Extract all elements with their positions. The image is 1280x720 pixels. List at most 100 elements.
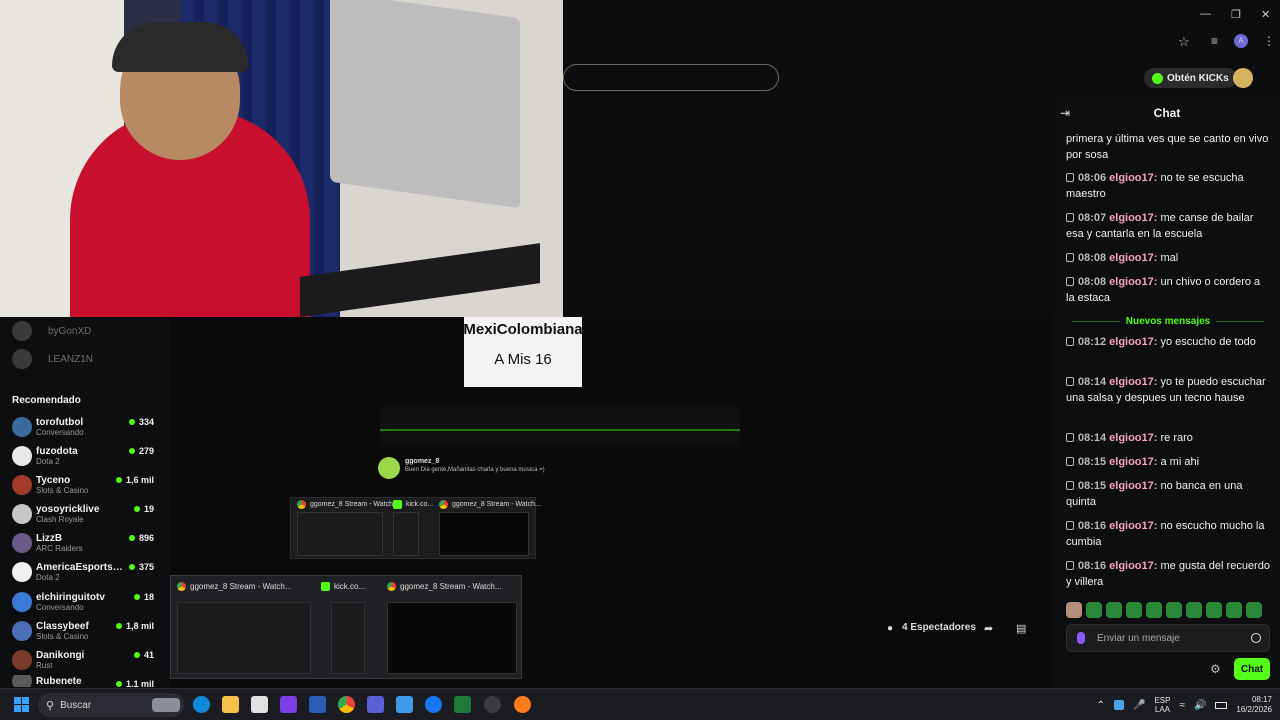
taskbar-clock[interactable]: 08:17 16/2/2026 (1236, 695, 1272, 715)
sidebar-channel[interactable]: fuzodota Dota 2 279 (12, 442, 162, 470)
message-time: 08:16 (1078, 520, 1107, 532)
chrome-icon[interactable] (338, 696, 355, 713)
volume-icon[interactable]: 🔊 (1194, 700, 1206, 711)
message-username[interactable]: elgioo17 (1109, 480, 1154, 492)
chat-settings-gear-icon[interactable]: ⚙ (1210, 663, 1222, 675)
message-username[interactable]: elgioo17 (1109, 456, 1154, 468)
microphone-icon[interactable]: 🎤 (1133, 700, 1145, 711)
app-icon[interactable] (396, 696, 413, 713)
maximize-icon[interactable]: ❐ (1231, 8, 1241, 21)
reading-list-icon[interactable]: ≡ (1211, 34, 1218, 48)
app-icon[interactable] (280, 696, 297, 713)
store-icon[interactable] (251, 696, 268, 713)
send-chat-button[interactable]: Chat (1234, 658, 1270, 680)
language-indicator[interactable]: ESP LAA (1154, 696, 1170, 714)
recommended-heading: Recomendado (12, 395, 81, 406)
microphone-icon[interactable] (1077, 632, 1085, 644)
minimize-icon[interactable]: — (1200, 8, 1211, 20)
message-username[interactable]: elgioo17 (1109, 252, 1154, 264)
sidebar-channel[interactable]: elchiringuitotv Conversando 18 (12, 588, 162, 616)
picture-in-picture-icon[interactable]: ▤ (1016, 622, 1026, 635)
nested-streamer-avatar (378, 457, 400, 479)
sidebar-channel[interactable]: Classybeef Slots & Casino 1,8 mil (12, 617, 162, 645)
preview-thumbnail[interactable] (387, 602, 517, 674)
channel-category: Conversando (36, 603, 84, 612)
excel-icon[interactable] (454, 696, 471, 713)
chat-message: 08:15 elgioo17: a mi ahi (1066, 454, 1270, 470)
sidebar-channel[interactable]: torofutbol Conversando 334 (12, 413, 162, 441)
message-username[interactable]: elgioo17 (1109, 212, 1154, 224)
chevron-up-icon[interactable]: ⌃ (1097, 700, 1105, 711)
preview-tab-label: kick.co... (334, 582, 366, 591)
message-username[interactable]: elgioo17 (1109, 376, 1154, 388)
close-icon[interactable]: ✕ (1261, 8, 1270, 21)
preview-tab: kick.co... (393, 500, 433, 509)
app-icon[interactable] (484, 696, 501, 713)
emote-icon[interactable] (1186, 602, 1202, 618)
browser-menu-icon[interactable]: ⋮ (1263, 34, 1275, 48)
viewer-count-label: 4 Espectadores (902, 622, 976, 633)
preview-tab[interactable]: ggomez_8 Stream - Watch... (387, 582, 502, 591)
battery-icon[interactable] (1215, 701, 1228, 709)
nested-player-bar (380, 407, 740, 447)
file-explorer-icon[interactable] (222, 696, 239, 713)
preview-thumbnail[interactable] (177, 602, 311, 674)
emote-icon[interactable] (1146, 602, 1162, 618)
emote-icon[interactable] (1066, 602, 1082, 618)
tray-app-icon[interactable] (1113, 700, 1124, 710)
message-username[interactable]: elgioo17 (1109, 560, 1154, 572)
sidebar-channel[interactable]: LizzB ARC Raiders 896 (12, 529, 162, 557)
profile-icon[interactable]: A (1234, 34, 1248, 48)
channel-category: Dota 2 (36, 573, 60, 582)
share-icon[interactable]: ➦ (984, 622, 993, 635)
taskbar-search[interactable]: ⚲ Buscar (38, 693, 184, 717)
viewer-count: 1,1 mil (115, 679, 154, 687)
sidebar-offline-channel[interactable]: LEANZ1N (12, 345, 162, 373)
emote-icon[interactable] (1106, 602, 1122, 618)
chat-message-input[interactable]: Enviar un mensaje (1066, 624, 1270, 652)
sidebar-channel[interactable]: yosoyricklive Clash Royale 19 (12, 500, 162, 528)
emote-icon[interactable] (1086, 602, 1102, 618)
avatar (12, 562, 32, 582)
preview-tab[interactable]: kick.co... (321, 582, 365, 591)
following-sidebar: byGonXD LEANZ1N Recomendado torofutbol Co… (0, 317, 170, 687)
emote-icon[interactable] (1126, 602, 1142, 618)
user-avatar[interactable] (1233, 68, 1253, 88)
sidebar-channel[interactable]: AmericaEsportsD... Dota 2 375 (12, 558, 162, 586)
chat-message: 08:16 elgioo17: no escucho mucho la cumbi… (1066, 518, 1270, 550)
word-icon[interactable] (309, 696, 326, 713)
emote-icon[interactable] (1246, 602, 1262, 618)
avatar (12, 533, 32, 553)
edge-icon[interactable] (193, 696, 210, 713)
emote-icon[interactable] (1166, 602, 1182, 618)
sidebar-channel[interactable]: Rubenete 1,1 mil (12, 675, 162, 687)
message-username[interactable]: elgioo17 (1109, 520, 1154, 532)
sidebar-channel[interactable]: Tyceno Slots & Casino 1,6 mil (12, 471, 162, 499)
chat-message: 08:15 elgioo17: no banca en una quinta (1066, 478, 1270, 510)
preview-thumbnail[interactable] (331, 602, 365, 674)
badge-icon (1066, 277, 1074, 286)
message-time: 08:15 (1078, 480, 1107, 492)
sidebar-channel[interactable]: Danikongi Rust 41 (12, 646, 162, 674)
facebook-icon[interactable] (425, 696, 442, 713)
new-messages-divider: Nuevos mensajes (1066, 314, 1270, 328)
preview-tab[interactable]: ggomez_8 Stream - Watch... (177, 582, 292, 591)
app-icon[interactable] (367, 696, 384, 713)
badge-icon (1066, 337, 1074, 346)
wifi-icon[interactable]: ≈ (1179, 700, 1185, 711)
firefox-icon[interactable] (514, 696, 531, 713)
get-kicks-button[interactable]: Obtén KICKs (1144, 68, 1237, 88)
live-dot-icon (115, 477, 122, 483)
emote-icon[interactable] (1206, 602, 1222, 618)
bookmark-star-icon[interactable]: ☆ (1178, 34, 1190, 50)
message-username[interactable]: elgioo17 (1109, 172, 1154, 184)
sidebar-offline-channel[interactable]: byGonXD (12, 317, 162, 345)
preview-tab-label: kick.co... (406, 501, 434, 508)
message-username[interactable]: elgioo17 (1109, 276, 1154, 288)
message-username[interactable]: elgioo17 (1109, 432, 1154, 444)
address-bar[interactable] (563, 64, 779, 91)
emote-icon[interactable] (1226, 602, 1242, 618)
windows-start-icon[interactable] (14, 697, 29, 712)
message-username[interactable]: elgioo17 (1109, 336, 1154, 348)
emoji-icon[interactable] (1251, 633, 1261, 643)
